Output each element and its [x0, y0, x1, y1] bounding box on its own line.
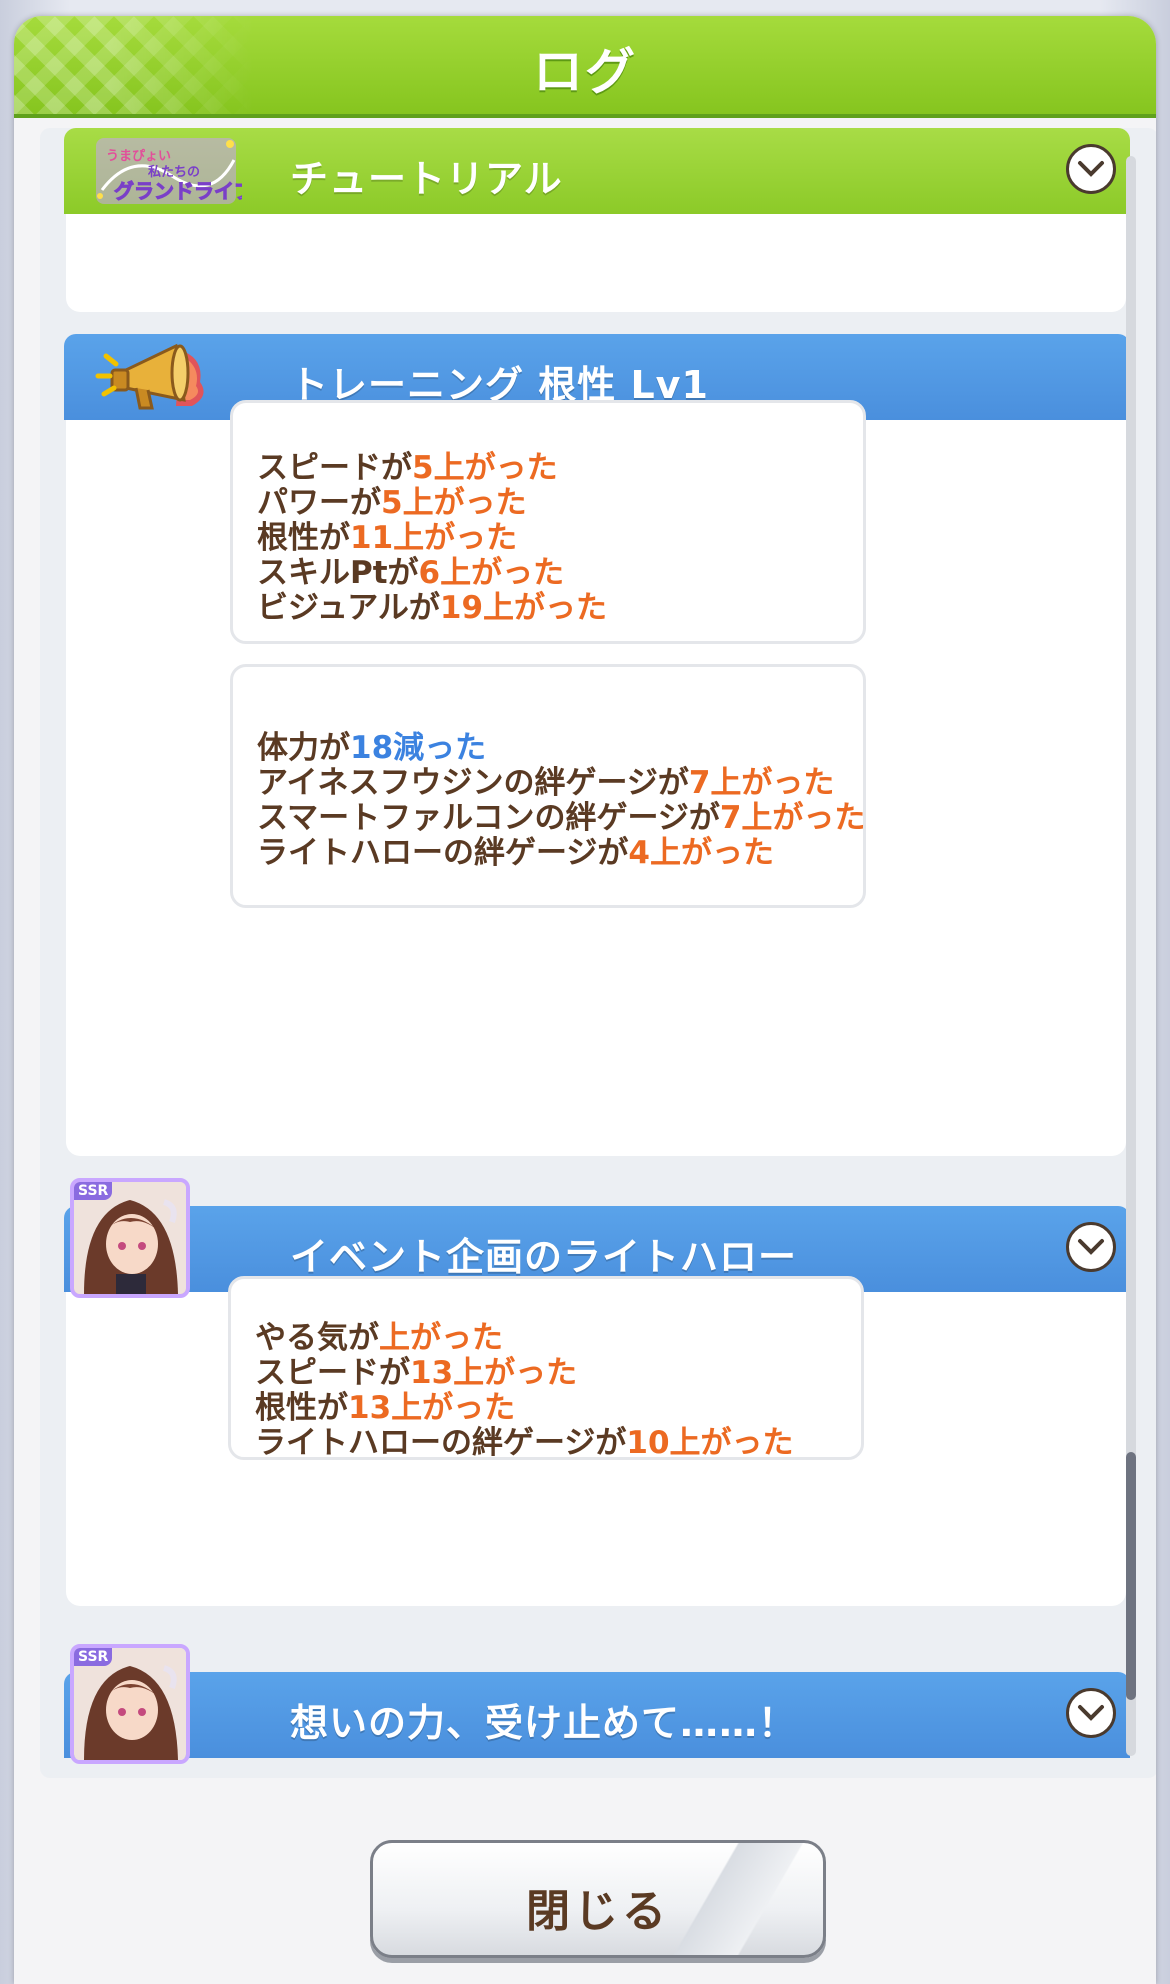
- character-portrait-avatar: SSR: [70, 1178, 190, 1298]
- result-line: ライトハローの絆ゲージが4上がった: [257, 835, 774, 871]
- log-entry-title: チュートリアル: [290, 157, 563, 201]
- result-line: ライトハローの絆ゲージが10上がった: [255, 1425, 794, 1461]
- chevron-down-icon[interactable]: [1066, 1222, 1116, 1272]
- result-line: やる気が上がった: [255, 1320, 503, 1356]
- svg-text:グランドライブ: グランドライブ: [114, 179, 242, 203]
- log-entry-header-tutorial[interactable]: うまぴょい 私たちの グランドライブ チュートリアル: [64, 128, 1130, 214]
- result-line: スピードが5上がった: [257, 450, 558, 486]
- close-button-label: 閉じる: [526, 1886, 670, 1937]
- dialog-title: ログ: [533, 43, 637, 101]
- close-button[interactable]: 閉じる: [370, 1840, 826, 1958]
- log-result-lines: やる気が上がった スピードが13上がった 根性が13上がった ライトハローの絆ゲ…: [255, 1321, 794, 1461]
- scrollbar-thumb[interactable]: [1126, 1452, 1136, 1700]
- result-line: スキルPtが6上がった: [257, 555, 565, 591]
- character-portrait-avatar: SSR: [70, 1644, 190, 1764]
- log-result-box: 体力が18減った アイネスフウジンの絆ゲージが7上がった スマートファルコンの絆…: [230, 664, 866, 908]
- megaphone-icon: [92, 336, 222, 418]
- log-result-box: やる気が上がった スピードが13上がった 根性が13上がった ライトハローの絆ゲ…: [228, 1276, 864, 1461]
- result-line: スピードが13上がった: [255, 1355, 578, 1391]
- log-result-lines: スピードが5上がった パワーが5上がった 根性が11上がった スキルPtが6上が…: [257, 451, 607, 626]
- log-entry-title: イベント企画のライトハロー: [290, 1235, 798, 1279]
- chevron-down-icon[interactable]: [1066, 1688, 1116, 1738]
- result-line: アイネスフウジンの絆ゲージが7上がった: [257, 765, 835, 801]
- ssr-badge: SSR: [74, 1182, 113, 1200]
- ssr-badge: SSR: [74, 1648, 113, 1666]
- dialog-title-bar: ログ: [14, 16, 1156, 118]
- log-entry-header-story[interactable]: 想いの力、受け止めて……！: [64, 1672, 1130, 1758]
- result-line: パワーが5上がった: [257, 485, 527, 521]
- log-result-box: スピードが5上がった パワーが5上がった 根性が11上がった スキルPtが6上が…: [230, 400, 866, 644]
- result-line: スマートファルコンの絆ゲージが7上がった: [257, 800, 866, 836]
- result-line: 体力が18減った: [257, 730, 487, 766]
- log-scroll-area[interactable]: うまぴょい 私たちの グランドライブ チュートリアル トレーニング 根性 Lv1…: [40, 128, 1156, 1778]
- log-entry-title: 想いの力、受け止めて……！: [290, 1701, 798, 1745]
- result-line: 根性が13上がった: [255, 1390, 516, 1426]
- result-line: 根性が11上がった: [257, 520, 518, 556]
- svg-text:うまぴょい: うまぴょい: [106, 149, 171, 164]
- chevron-down-icon[interactable]: [1066, 144, 1116, 194]
- log-result-lines: 体力が18減った アイネスフウジンの絆ゲージが7上がった スマートファルコンの絆…: [257, 731, 865, 871]
- svg-text:私たちの: 私たちの: [148, 164, 200, 180]
- result-line: ビジュアルが19上がった: [257, 590, 608, 626]
- log-dialog: ログ うまぴょい 私たちの グランドライブ チュートリアル トレーニング 根性 …: [14, 16, 1156, 1984]
- grand-drive-logo-icon: うまぴょい 私たちの グランドライブ: [92, 130, 255, 212]
